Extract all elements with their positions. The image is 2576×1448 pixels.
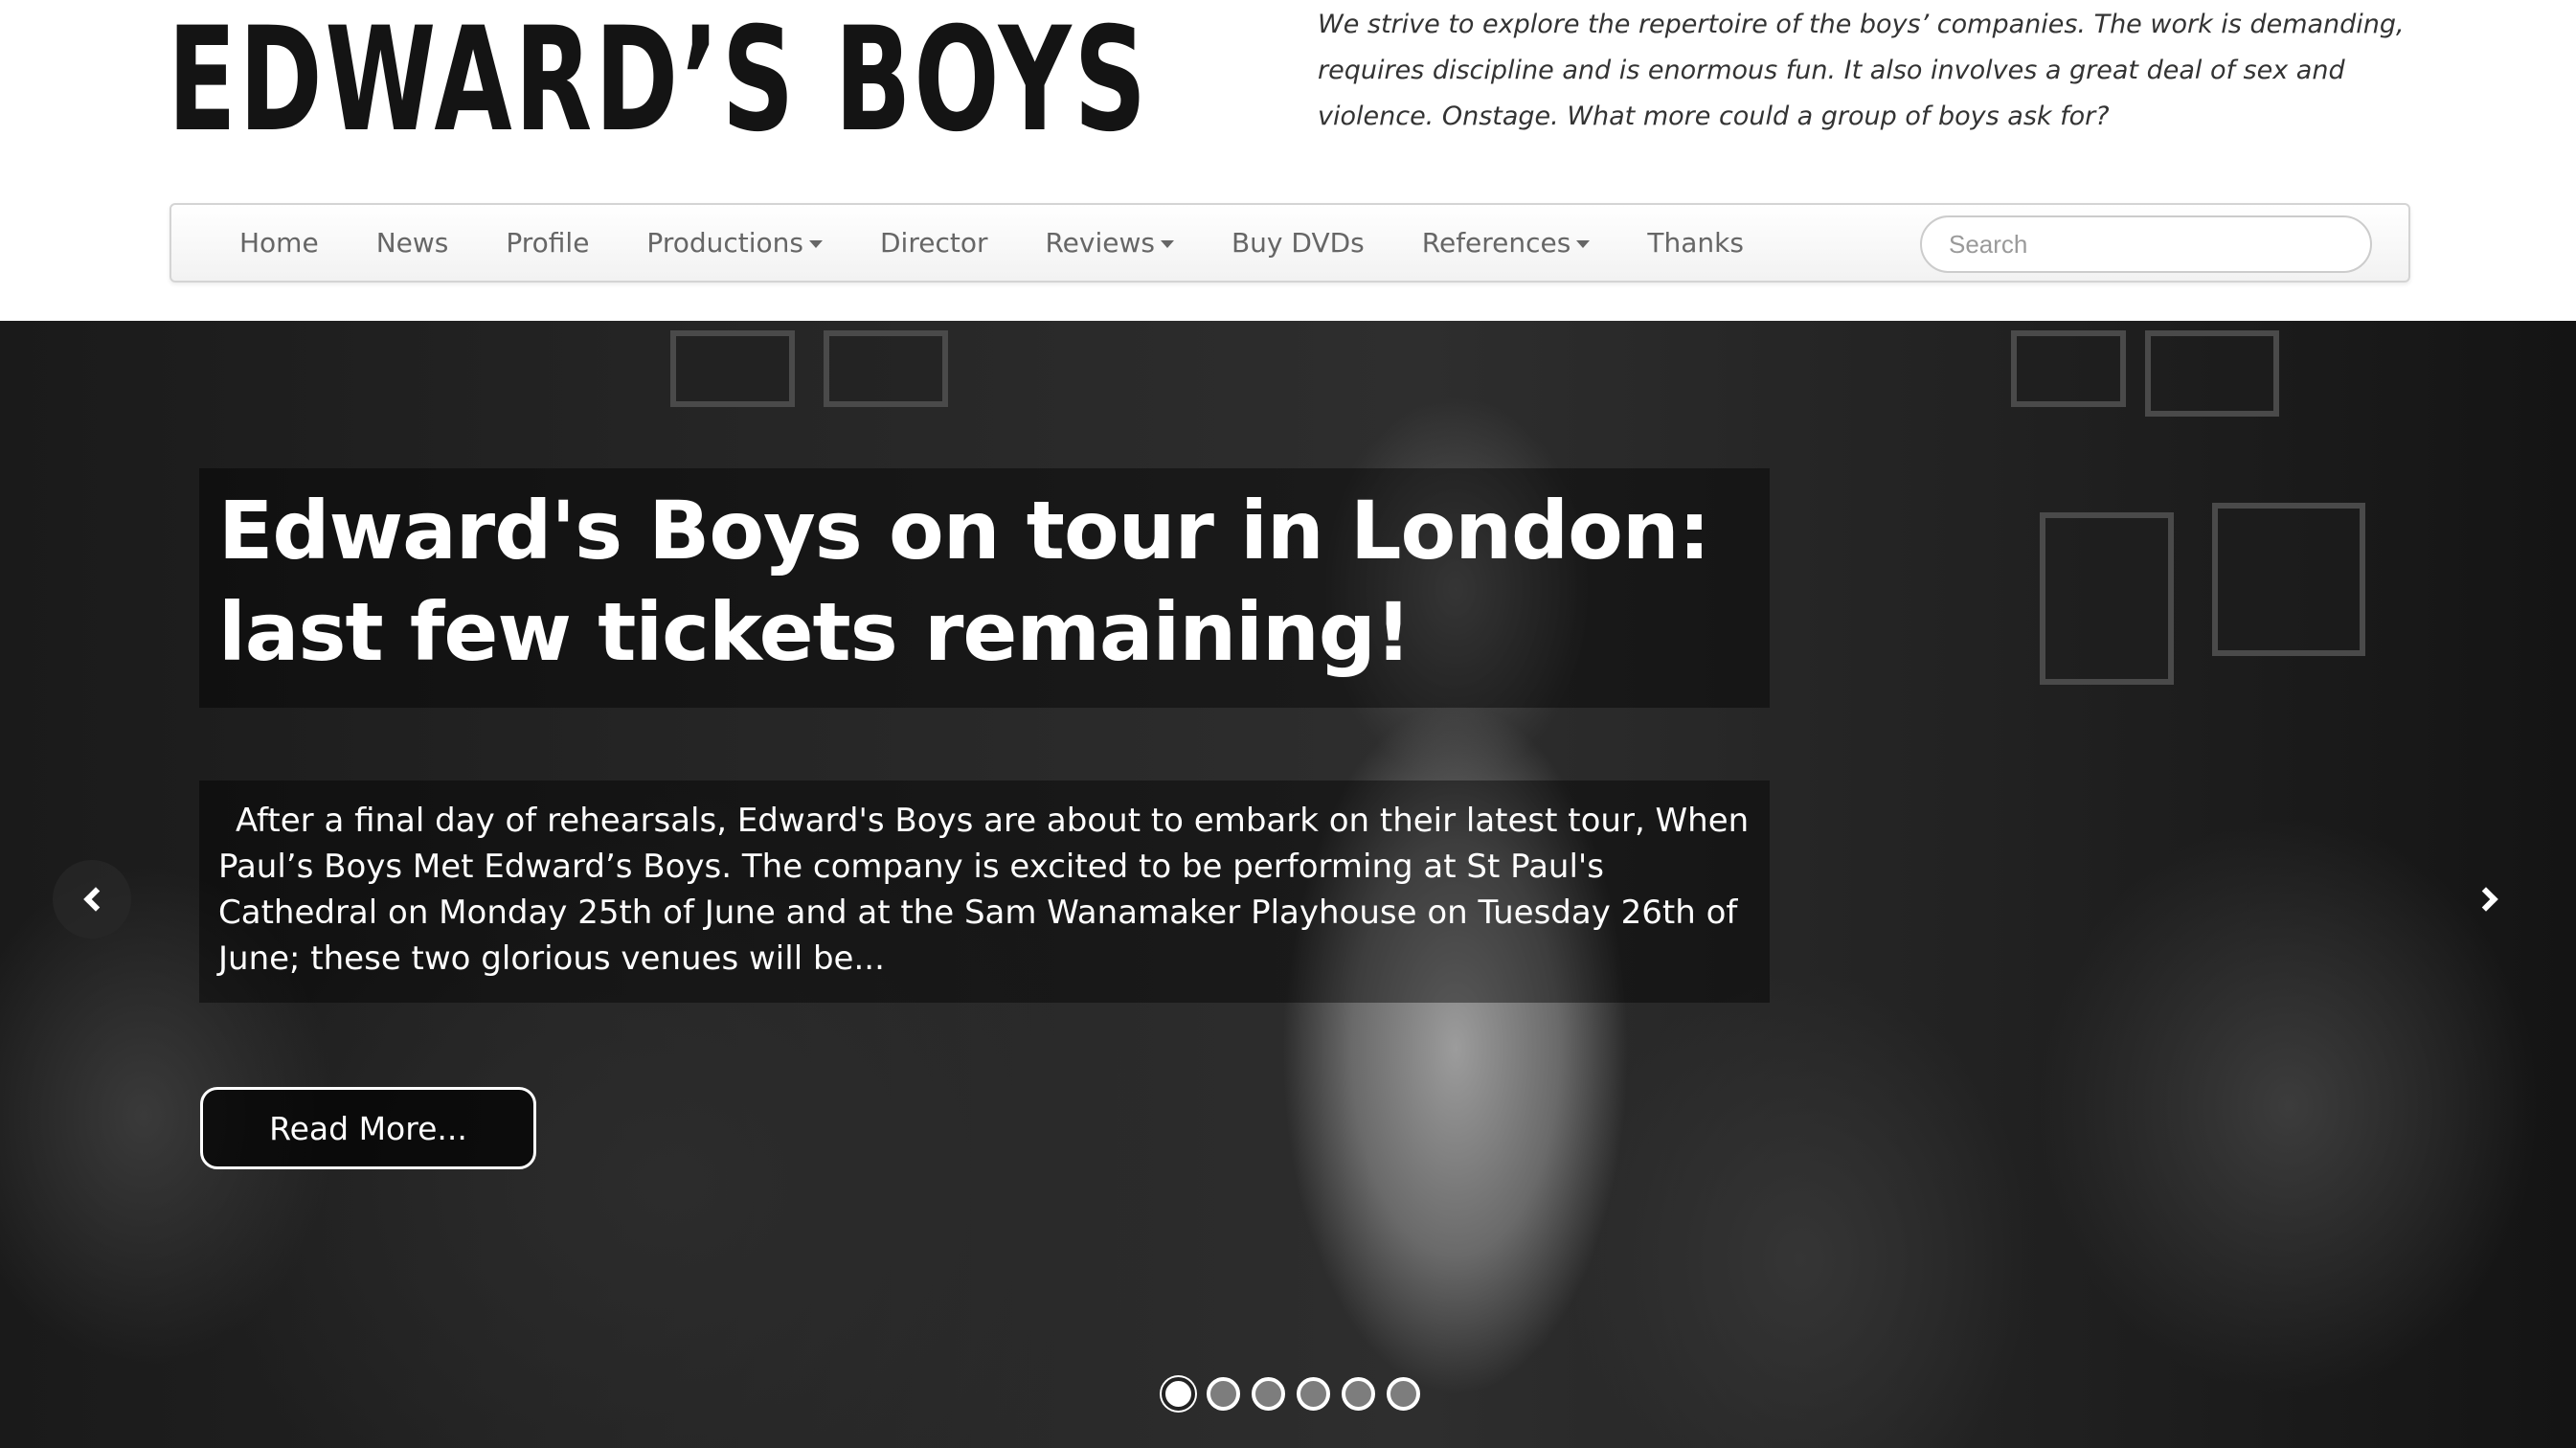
nav-item-thanks[interactable]: Thanks [1618, 227, 1773, 259]
slide-excerpt: After a final day of rehearsals, Edward'… [218, 802, 1750, 978]
nav-item-home[interactable]: Home [171, 227, 348, 259]
read-more-button[interactable]: Read More... [200, 1087, 536, 1169]
carousel-indicator-6[interactable] [1387, 1377, 1420, 1411]
slide-title[interactable]: Edward's Boys on tour in London: last fe… [218, 480, 1770, 683]
nav-item-label: Buy DVDs [1231, 227, 1365, 259]
nav-item-references[interactable]: References [1393, 227, 1619, 259]
backdrop-panel [2145, 330, 2279, 417]
search-input[interactable] [1920, 215, 2372, 273]
carousel-prev-button[interactable] [53, 860, 131, 939]
backdrop-panel [824, 330, 948, 407]
chevron-left-icon [83, 887, 108, 912]
site-logo[interactable]: EDWARD’S BOYS [168, 4, 1149, 157]
hero-carousel: Edward's Boys on tour in London: last fe… [0, 321, 2576, 1448]
carousel-indicator-5[interactable] [1342, 1377, 1375, 1411]
nav-item-label: Profile [506, 227, 590, 259]
nav-item-reviews[interactable]: Reviews [1016, 227, 1203, 259]
backdrop-panel [670, 330, 795, 407]
nav-menu: Home News Profile Productions Director R… [171, 205, 1773, 281]
nav-item-label: Director [879, 227, 988, 259]
carousel-indicator-4[interactable] [1297, 1377, 1330, 1411]
nav-item-director[interactable]: Director [851, 227, 1016, 259]
carousel-indicator-1[interactable] [1162, 1377, 1195, 1411]
carousel-indicator-2[interactable] [1207, 1377, 1240, 1411]
nav-item-label: News [375, 227, 449, 259]
carousel-next-button[interactable] [2451, 860, 2529, 939]
caret-down-icon [1576, 239, 1591, 248]
carousel-indicator-3[interactable] [1252, 1377, 1285, 1411]
backdrop-panel [2212, 503, 2365, 656]
nav-item-label: Productions [646, 227, 803, 259]
nav-item-profile[interactable]: Profile [477, 227, 618, 259]
site-tagline: We strive to explore the repertoire of t… [1318, 10, 2405, 131]
nav-item-productions[interactable]: Productions [618, 227, 851, 259]
main-navbar: Home News Profile Productions Director R… [169, 203, 2410, 283]
carousel-indicators [1162, 1377, 1420, 1411]
nav-item-news[interactable]: News [348, 227, 478, 259]
nav-item-buy-dvds[interactable]: Buy DVDs [1203, 227, 1393, 259]
caret-down-icon [1160, 239, 1174, 248]
backdrop-panel [2011, 330, 2126, 407]
nav-item-label: Thanks [1647, 227, 1744, 259]
caret-down-icon [808, 239, 823, 248]
nav-item-label: References [1421, 227, 1571, 259]
chevron-right-icon [2474, 887, 2498, 912]
backdrop-panel [2040, 512, 2174, 685]
nav-item-label: Home [239, 227, 319, 259]
nav-item-label: Reviews [1045, 227, 1155, 259]
